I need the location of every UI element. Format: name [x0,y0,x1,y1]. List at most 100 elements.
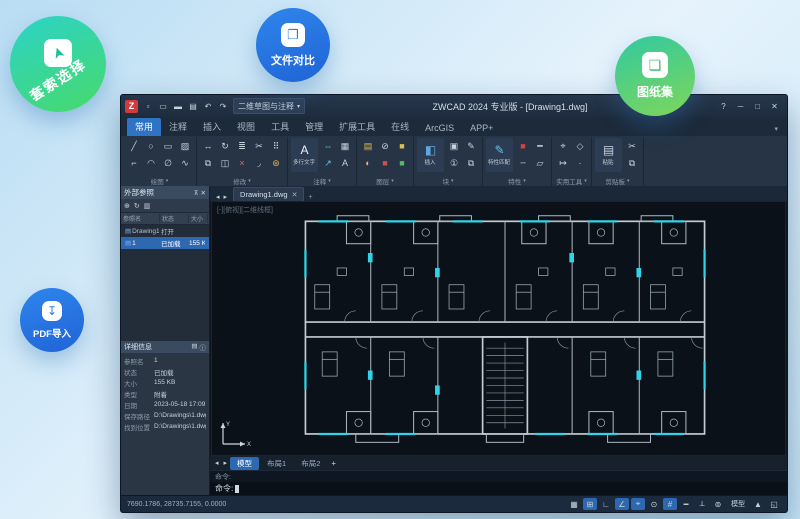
layer-lock-icon[interactable]: ⊘ [377,138,393,154]
hatch-icon[interactable]: ▨ [177,138,193,154]
xref-row[interactable]: ▤Drawing1 打开 [121,225,209,237]
table-icon[interactable]: ▦ [337,138,353,154]
trim-icon[interactable]: ✂ [251,138,267,154]
copyclip-icon[interactable]: ⧉ [463,155,479,171]
attach-icon[interactable]: ⊕ [124,202,130,210]
workspace-dropdown[interactable]: 二维草图与注释 ▾ [233,98,306,114]
props-icon[interactable]: ▤ [191,342,197,352]
layer-on-icon[interactable]: ◐ [360,155,376,171]
offset-icon[interactable]: ≣ [234,138,250,154]
undo-icon[interactable]: ↶ [201,100,215,113]
layout-tab-布局1[interactable]: 布局1 [260,457,293,470]
new-icon[interactable]: ▫ [141,100,155,113]
xref-column-1[interactable]: 参照名 [121,214,160,223]
line-icon[interactable]: ╱ [126,138,142,154]
leader-icon[interactable]: ↗ [320,155,336,171]
dim-icon[interactable]: ⇔ [320,138,336,154]
ellipse-icon[interactable]: ∅ [160,155,176,171]
menu-tab-6[interactable]: 管理 [297,118,331,136]
color-icon[interactable]: ■ [515,138,531,154]
window-close-button[interactable]: ✕ [766,99,783,114]
grid-icon[interactable]: ⊞ [583,498,597,510]
spline-icon[interactable]: ∿ [177,155,193,171]
menu-tab-1[interactable]: 常用 [127,118,162,136]
mirror-icon[interactable]: ◫ [217,155,233,171]
measure-icon[interactable]: ⌖ [555,138,571,154]
menu-tab-7[interactable]: 扩展工具 [331,118,383,136]
bylayer-icon[interactable]: ▱ [532,155,548,171]
osnap-icon[interactable]: ⌖ [631,498,645,510]
attr-icon[interactable]: ① [446,155,462,171]
area-icon[interactable]: ◇ [572,138,588,154]
layout-plus-icon[interactable]: + [328,459,339,468]
menu-tab-2[interactable]: 注释 [161,118,195,136]
window-minimize-button[interactable]: ─ [732,99,749,114]
layout-tab-布局2[interactable]: 布局2 [294,457,327,470]
point-icon[interactable]: ∙ [572,155,588,171]
dyn-icon[interactable]: # [663,498,677,510]
text-icon[interactable]: A [337,155,353,171]
pdf-import-badge[interactable]: ↧ PDF导入 [20,288,84,352]
refresh-icon[interactable]: ↻ [134,202,140,210]
file-compare-badge[interactable]: ❐ 文件对比 [256,8,330,82]
array-icon[interactable]: ⠿ [268,138,284,154]
new-tab-icon[interactable]: + [306,194,314,201]
erase-icon[interactable]: × [234,155,250,171]
menu-tab-3[interactable]: 插入 [195,118,229,136]
group-expand-icon[interactable]: ▾ [391,178,394,184]
copy-icon[interactable]: ⧉ [200,155,216,171]
dist-icon[interactable]: ↦ [555,155,571,171]
document-tab[interactable]: Drawing1.dwg ✕ [233,187,305,201]
block-create-icon[interactable]: ▣ [446,138,462,154]
block-edit-icon[interactable]: ✎ [463,138,479,154]
circle-icon[interactable]: ○ [143,138,159,154]
close-icon[interactable]: ✕ [201,189,206,197]
pin-icon[interactable]: ⊼ [194,189,199,197]
lineweight-icon[interactable]: ━ [532,138,548,154]
move-icon[interactable]: ↔ [200,138,216,154]
arc-icon[interactable]: ◠ [143,155,159,171]
dynucs-icon[interactable]: ⟂ [695,498,709,510]
otrack-icon[interactable]: ⊙ [647,498,661,510]
layout-tab-模型[interactable]: 模型 [230,456,260,470]
open-icon[interactable]: ▭ [156,100,170,113]
cut-icon[interactable]: ✂ [624,138,640,154]
tab-close-icon[interactable]: ✕ [292,191,298,199]
copyclip-icon[interactable]: ⧉ [624,155,640,171]
info-icon[interactable]: ⓘ [200,342,207,352]
print-icon[interactable]: ▤ [186,100,200,113]
menu-tab-8[interactable]: 在线 [383,118,417,136]
ortho-icon[interactable]: ∟ [599,498,613,510]
menu-tab-4[interactable]: 视图 [229,118,263,136]
fullscreen-icon[interactable]: ◱ [767,498,781,510]
fillet-icon[interactable]: ◞ [251,155,267,171]
tab-scroll-icons[interactable]: ◂ ▸ [212,193,231,201]
xref-column-2[interactable]: 状态 [160,214,189,223]
menu-tab-10[interactable]: APP+ [462,121,501,136]
layer-green-icon[interactable]: ■ [394,155,410,171]
ribbon-big-button[interactable]: ◧ 插入 [417,138,444,172]
command-input[interactable]: 命令: [210,482,787,495]
xref-row[interactable]: ▤1已加载155 KB [121,237,209,249]
rotate-icon[interactable]: ↻ [217,138,233,154]
list-view-icon[interactable]: ▥ [144,202,151,210]
group-expand-icon[interactable]: ▾ [328,178,331,184]
window-help-button[interactable]: ? [715,99,732,114]
viewport-controls-label[interactable]: [-][俯视][二维线框] [217,205,273,215]
ribbon-big-button[interactable]: A 多行文字 [291,138,318,172]
layer-red-icon[interactable]: ■ [377,155,393,171]
snap-icon[interactable]: ▦ [567,498,581,510]
cycling-icon[interactable]: ⊚ [711,498,725,510]
sheet-set-badge[interactable]: ❏ 图纸集 [615,36,695,116]
polar-icon[interactable]: ∠ [615,498,629,510]
save-icon[interactable]: ▬ [171,100,185,113]
drawing-canvas[interactable]: [-][俯视][二维线框] X Y [211,201,786,456]
menu-tab-5[interactable]: 工具 [263,118,297,136]
xref-column-3[interactable]: 大小 [189,214,208,223]
annoscale-icon[interactable]: ▲ [751,498,765,510]
lasso-select-badge[interactable]: ➤ 套索选择 [10,16,106,112]
ribbon-big-button[interactable]: ✎ 特性匹配 [486,138,513,172]
window-maximize-button[interactable]: □ [749,99,766,114]
redo-icon[interactable]: ↷ [216,100,230,113]
tab-prev-icon[interactable]: ◂ [214,194,222,201]
